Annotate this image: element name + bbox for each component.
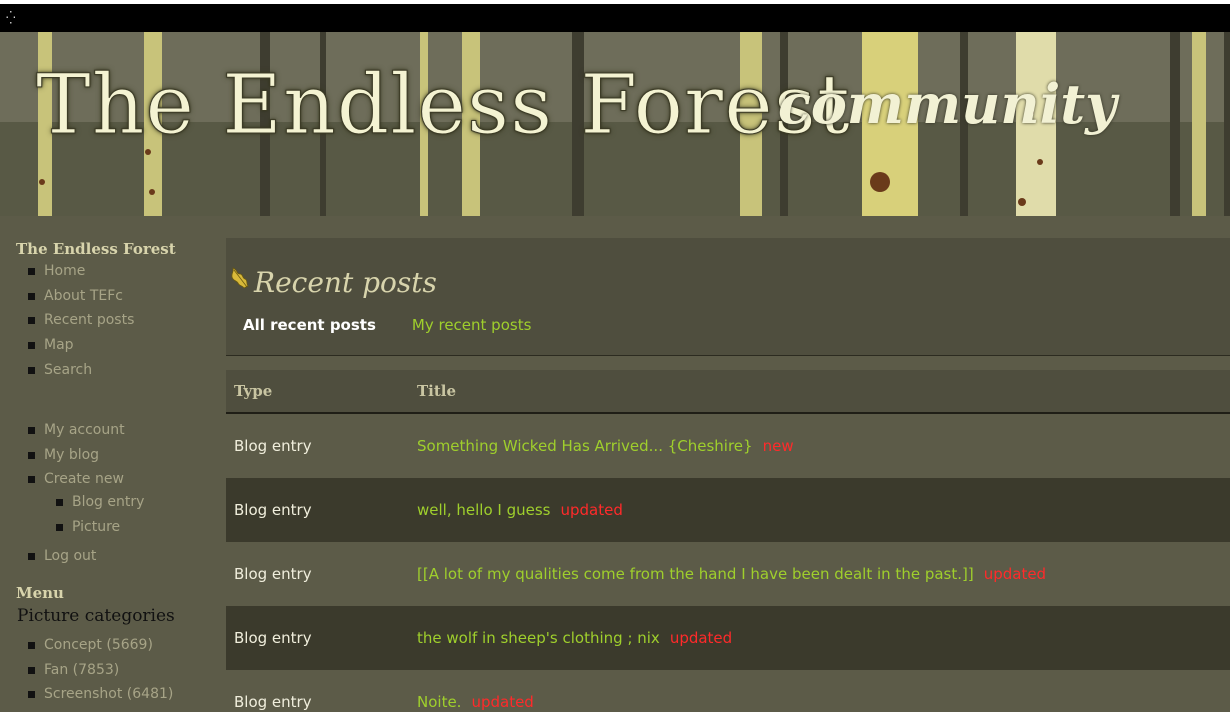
nav-create-picture[interactable]: Picture (56, 518, 144, 543)
column-title-header[interactable]: Title (417, 382, 456, 400)
account-nav: My account My blog Create new (28, 421, 125, 495)
row-type: Blog entry (234, 437, 312, 455)
nav-create-blog-entry[interactable]: Blog entry (56, 493, 144, 518)
nav-home[interactable]: Home (28, 262, 134, 287)
content-header: Recent posts All recent posts My recent … (226, 238, 1230, 356)
nav-search[interactable]: Search (28, 361, 134, 386)
category-screenshot[interactable]: Screenshot (6481) (28, 685, 173, 710)
updated-badge: updated (983, 565, 1047, 583)
table-row: Blog entry the wolf in sheep's clothing … (226, 606, 1230, 670)
table-row: Blog entry well, hello I guess updated (226, 478, 1230, 542)
picture-categories-list: Concept (5669) Fan (7853) Screenshot (64… (28, 636, 173, 710)
top-bar: ⁛ (0, 0, 1230, 32)
post-title-link[interactable]: well, hello I guess (417, 501, 550, 519)
nav-create-new[interactable]: Create new (28, 470, 125, 495)
row-type: Blog entry (234, 501, 312, 519)
post-tabs: All recent posts My recent posts (243, 316, 531, 334)
site-logo-title[interactable]: The Endless Forest (36, 58, 851, 154)
nav-my-account[interactable]: My account (28, 421, 125, 446)
nav-log-out[interactable]: Log out (28, 547, 96, 572)
post-title-link[interactable]: Noite. (417, 693, 461, 711)
table-row: Blog entry Something Wicked Has Arrived.… (226, 414, 1230, 478)
page-title: Recent posts (254, 266, 437, 299)
tab-my-recent-posts[interactable]: My recent posts (412, 316, 532, 334)
table-row: Blog entry Noite. updated (226, 670, 1230, 712)
recent-posts-table: Type Title Blog entry Something Wicked H… (226, 370, 1230, 712)
site-logo-subtitle[interactable]: community (778, 72, 1117, 136)
table-header: Type Title (226, 370, 1230, 414)
menu-heading: Menu (16, 584, 64, 602)
nav-map[interactable]: Map (28, 336, 134, 361)
sidebar-nav: Home About TEFc Recent posts Map Search (28, 262, 134, 385)
category-fan[interactable]: Fan (7853) (28, 661, 173, 686)
nav-my-blog[interactable]: My blog (28, 446, 125, 471)
updated-badge: updated (471, 693, 534, 711)
site-banner[interactable]: The Endless Forest community (0, 32, 1230, 216)
logout-nav: Log out (28, 547, 96, 572)
loading-icon: ⁛ (6, 11, 16, 25)
tab-all-recent-posts[interactable]: All recent posts (243, 316, 376, 334)
post-title-link[interactable]: [[A lot of my qualities come from the ha… (417, 565, 974, 583)
picture-categories-heading: Picture categories (17, 606, 175, 626)
sidebar-heading: The Endless Forest (16, 240, 176, 258)
row-type: Blog entry (234, 565, 312, 583)
nav-about[interactable]: About TEFc (28, 287, 134, 312)
updated-badge: updated (560, 501, 623, 519)
column-type-header[interactable]: Type (226, 382, 417, 400)
category-concept[interactable]: Concept (5669) (28, 636, 173, 661)
post-title-link[interactable]: Something Wicked Has Arrived... {Cheshir… (417, 437, 753, 455)
main-content: Recent posts All recent posts My recent … (226, 238, 1230, 712)
post-title-link[interactable]: the wolf in sheep's clothing ; nix (417, 629, 660, 647)
create-new-submenu: Blog entry Picture (56, 493, 144, 543)
nav-recent-posts[interactable]: Recent posts (28, 311, 134, 336)
new-badge: new (762, 437, 794, 455)
oak-leaf-icon (231, 267, 249, 289)
table-row: Blog entry [[A lot of my qualities come … (226, 542, 1230, 606)
sidebar: The Endless Forest Home About TEFc Recen… (0, 216, 196, 712)
row-type: Blog entry (234, 629, 312, 647)
row-type: Blog entry (234, 693, 312, 711)
updated-badge: updated (669, 629, 733, 647)
